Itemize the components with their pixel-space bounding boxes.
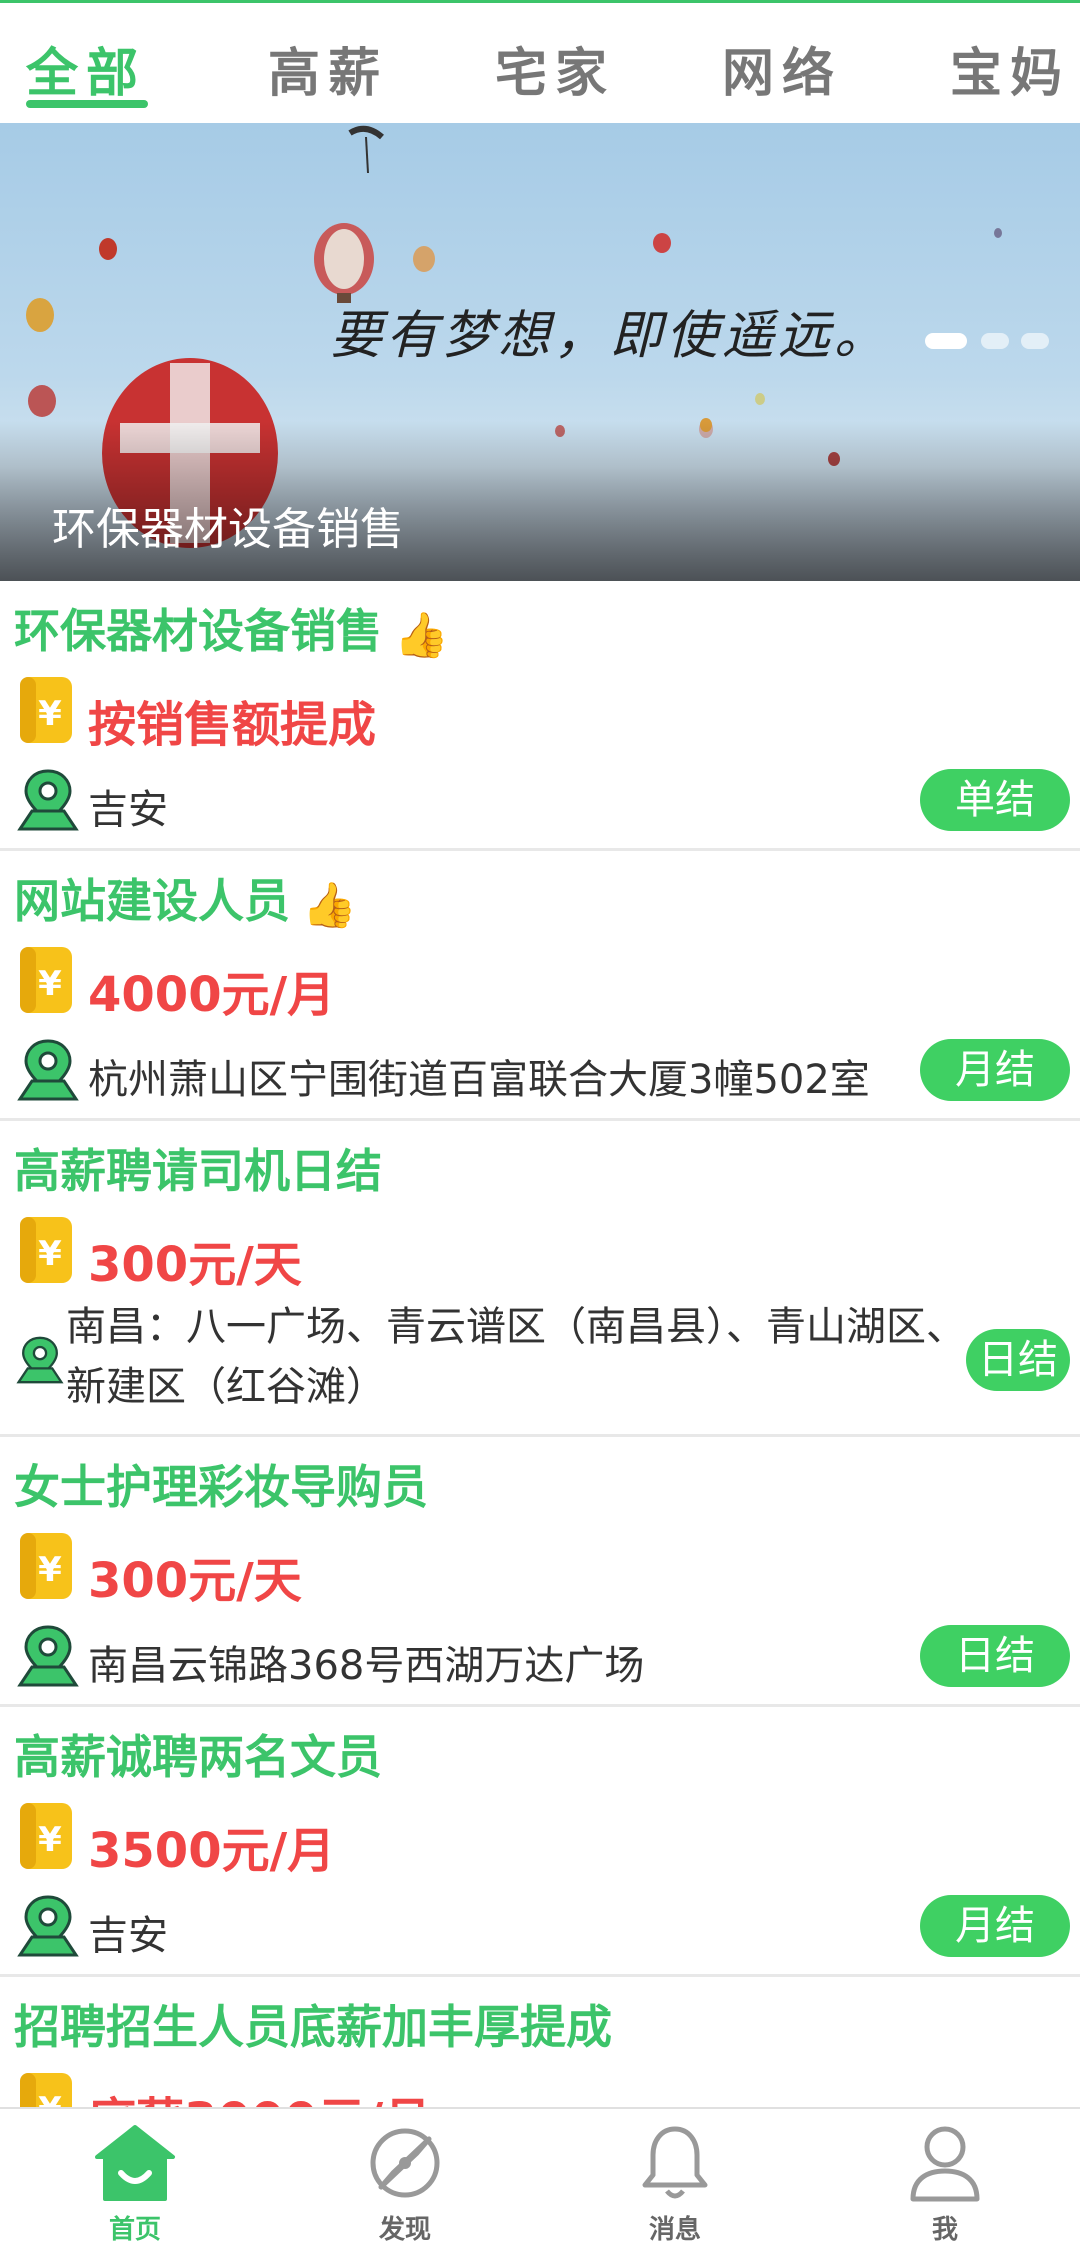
- job-location: 南昌云锦路368号西湖万达广场: [88, 1643, 645, 1689]
- job-card[interactable]: 环保器材设备销售 👍 ¥ 按销售额提成 吉安 单结: [0, 581, 1080, 851]
- settlement-badge: 日结: [920, 1625, 1070, 1687]
- job-salary: 3500元/月: [88, 1823, 336, 1879]
- tab-home-based[interactable]: 宅家: [495, 31, 615, 106]
- nav-home-label: 首页: [108, 2215, 161, 2245]
- svg-text:¥: ¥: [38, 1820, 62, 1860]
- carousel-dot[interactable]: [981, 333, 1009, 349]
- job-card[interactable]: 高薪诚聘两名文员 ¥ 3500元/月 吉安 月结: [0, 1707, 1080, 1977]
- nav-discover[interactable]: 发现: [315, 2109, 495, 2247]
- yen-icon: ¥: [20, 947, 72, 1013]
- yen-icon: ¥: [20, 2073, 72, 2107]
- tab-online[interactable]: 网络: [722, 31, 842, 106]
- carousel-dot[interactable]: [1021, 333, 1049, 349]
- yen-icon: ¥: [20, 677, 72, 743]
- location-pin-icon: [17, 1039, 79, 1101]
- job-salary: 300元/天: [88, 1553, 302, 1609]
- bell-icon: [642, 2126, 708, 2199]
- tab-high-pay[interactable]: 高薪: [268, 31, 388, 106]
- job-title: 环保器材设备销售 👍: [14, 595, 449, 661]
- job-card[interactable]: 女士护理彩妆导购员 ¥ 300元/天 南昌云锦路368号西湖万达广场 日结: [0, 1437, 1080, 1707]
- tab-moms[interactable]: 宝妈: [950, 31, 1070, 106]
- job-location: 吉安: [88, 1913, 168, 1959]
- settlement-badge: 月结: [920, 1895, 1070, 1957]
- bottom-nav: 首页 发现 消息 我: [0, 2107, 1080, 2247]
- nav-me[interactable]: 我: [855, 2109, 1035, 2247]
- job-location: 南昌：八一广场、青云谱区（南昌县）、青山湖区、新建区（红谷滩）: [66, 1304, 966, 1410]
- nav-messages[interactable]: 消息: [585, 2109, 765, 2247]
- location-pin-icon: [16, 1336, 64, 1384]
- svg-text:¥: ¥: [38, 964, 62, 1004]
- location-pin-icon: [17, 769, 79, 831]
- tab-all[interactable]: 全部: [26, 31, 146, 106]
- job-title: 招聘招生人员底薪加丰厚提成: [14, 2000, 612, 2054]
- carousel-dot-active[interactable]: [925, 333, 967, 349]
- banner-carousel[interactable]: 要有梦想，即使遥远。 环保器材设备销售: [0, 123, 1080, 581]
- job-title: 高薪聘请司机日结: [14, 1144, 382, 1198]
- nav-messages-label: 消息: [648, 2215, 701, 2245]
- job-title-text: 网站建设人员: [14, 874, 290, 928]
- job-location: 吉安: [88, 787, 168, 833]
- yen-icon: ¥: [20, 1217, 72, 1283]
- nav-me-label: 我: [931, 2215, 958, 2245]
- yen-icon: ¥: [20, 1803, 72, 1869]
- job-card[interactable]: 高薪聘请司机日结 ¥ 300元/天 南昌：八一广场、青云谱区（南昌县）、青山湖区…: [0, 1121, 1080, 1437]
- settlement-badge: 月结: [920, 1039, 1070, 1101]
- job-salary: 底薪3000元/月: [88, 2081, 431, 2107]
- yen-icon: ¥: [20, 1533, 72, 1599]
- location-pin-icon: [17, 1625, 79, 1687]
- job-salary: 300元/天: [88, 1237, 302, 1293]
- active-tab-indicator: [26, 100, 148, 108]
- svg-text:¥: ¥: [38, 1234, 62, 1274]
- settlement-badge: 日结: [966, 1329, 1070, 1391]
- job-card[interactable]: 网站建设人员 👍 ¥ 4000元/月 杭州萧山区宁围街道百富联合大厦3幢502室 …: [0, 851, 1080, 1121]
- svg-text:¥: ¥: [38, 1550, 62, 1590]
- thumbs-up-icon: 👍: [302, 879, 357, 931]
- job-list: 环保器材设备销售 👍 ¥ 按销售额提成 吉安 单结 网站建设人员 👍 ¥ 4000元…: [0, 581, 1080, 2107]
- home-icon: [95, 2125, 175, 2201]
- compass-icon: [370, 2128, 440, 2198]
- user-icon: [910, 2126, 980, 2202]
- svg-text:¥: ¥: [38, 2090, 62, 2107]
- job-title: 女士护理彩妆导购员: [14, 1460, 428, 1514]
- thumbs-up-icon: 👍: [394, 609, 449, 661]
- job-salary: 4000元/月: [88, 967, 336, 1023]
- category-tabs: 全部 高薪 宅家 网络 宝妈: [0, 3, 1080, 123]
- job-title: 网站建设人员 👍: [14, 865, 357, 931]
- location-pin-icon: [17, 1895, 79, 1957]
- job-card[interactable]: 招聘招生人员底薪加丰厚提成 ¥ 底薪3000元/月: [0, 1977, 1080, 2107]
- nav-discover-label: 发现: [378, 2215, 431, 2245]
- banner-quote: 要有梦想，即使遥远。: [330, 306, 891, 366]
- job-salary: 按销售额提成: [88, 697, 377, 753]
- banner-caption: 环保器材设备销售: [52, 504, 404, 555]
- job-location: 杭州萧山区宁围街道百富联合大厦3幢502室: [88, 1057, 870, 1103]
- job-title: 高薪诚聘两名文员: [14, 1730, 382, 1784]
- settlement-badge: 单结: [920, 769, 1070, 831]
- svg-text:¥: ¥: [38, 694, 62, 734]
- nav-home[interactable]: 首页: [45, 2109, 225, 2247]
- job-title-text: 环保器材设备销售: [14, 604, 382, 658]
